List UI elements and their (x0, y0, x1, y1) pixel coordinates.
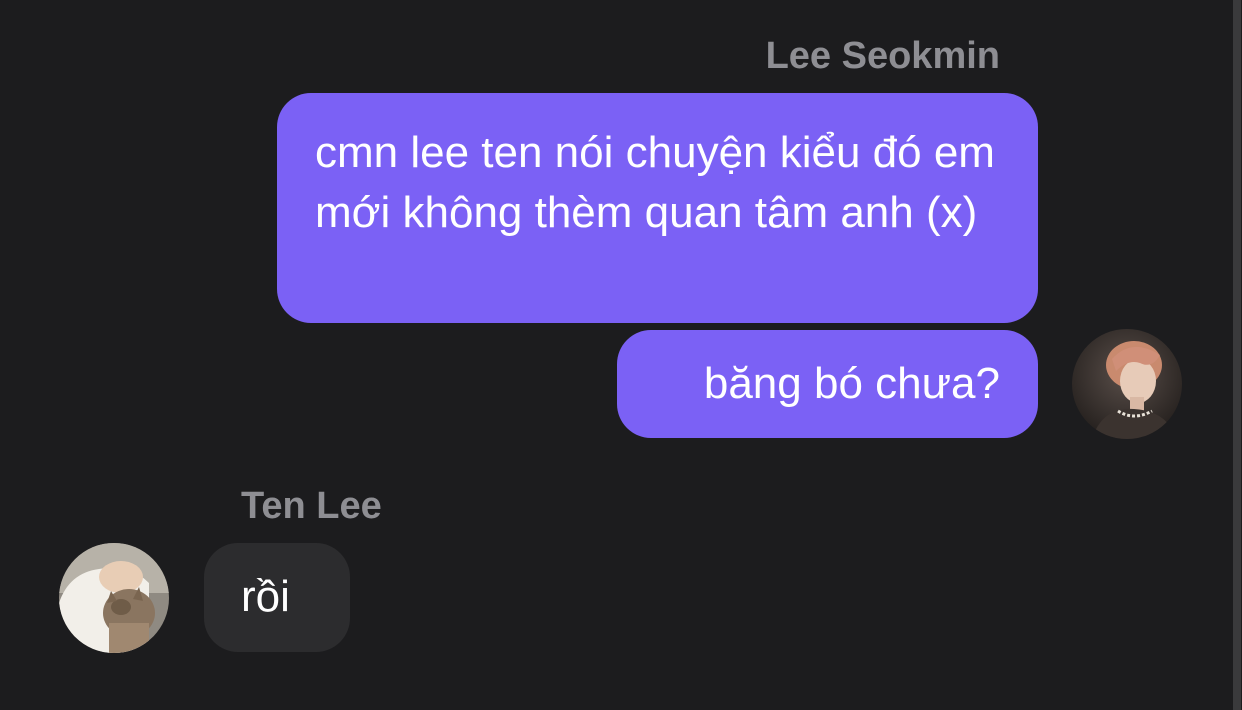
sender-name-lee-seokmin: Lee Seokmin (765, 35, 1000, 77)
message-bubble-outgoing[interactable]: cmn lee ten nói chuyện kiểu đó em mới kh… (277, 93, 1038, 323)
message-text: băng bó chưa? (703, 359, 1000, 408)
avatar-ten-lee[interactable] (59, 543, 169, 653)
message-text: rồi (241, 572, 290, 621)
message-text: cmn lee ten nói chuyện kiểu đó em mới kh… (315, 128, 995, 237)
sender-name-ten-lee: Ten Lee (241, 485, 382, 527)
user-photo-avatar-icon (59, 543, 169, 653)
user-photo-avatar-icon (1072, 329, 1182, 439)
scrollbar-track[interactable] (1233, 0, 1241, 710)
message-bubble-outgoing[interactable]: băng bó chưa? (617, 330, 1038, 438)
avatar-lee-seokmin[interactable] (1072, 329, 1182, 439)
message-bubble-incoming[interactable]: rồi (204, 543, 350, 652)
chat-thread: Lee Seokmin cmn lee ten nói chuyện kiểu … (0, 0, 1226, 710)
scrollbar[interactable] (1226, 0, 1242, 710)
